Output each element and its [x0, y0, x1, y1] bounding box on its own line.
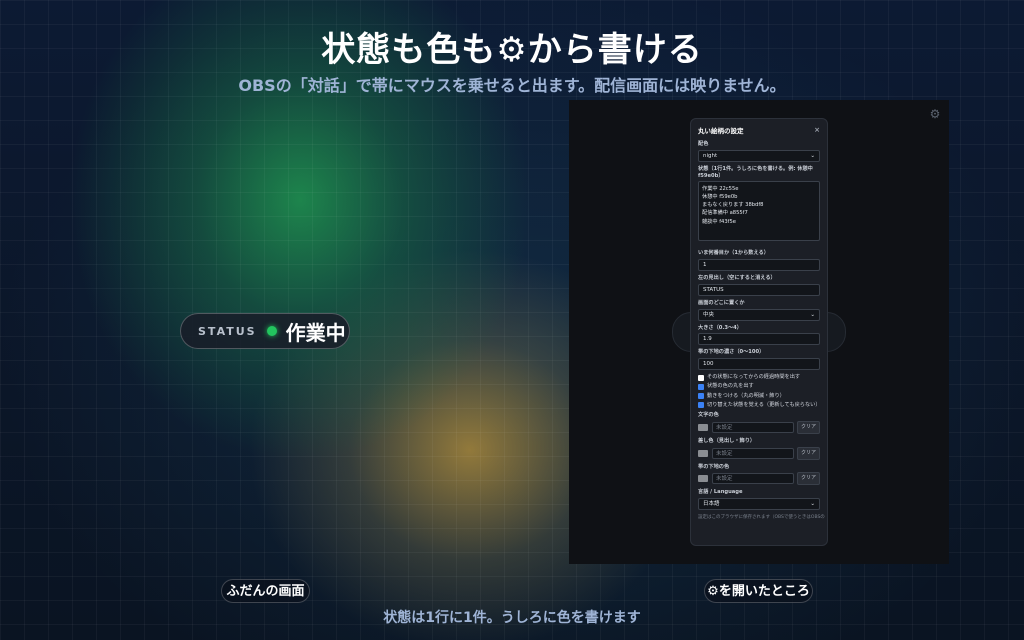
opacity-label: 帯の下地の濃さ（0〜100）	[698, 349, 765, 356]
gear-icon[interactable]: ⚙	[927, 106, 943, 122]
index-value: 1	[703, 262, 707, 268]
chevron-down-icon: ⌄	[810, 501, 815, 508]
animation-checkbox[interactable]: 動きをつける（丸の明滅・飾り）	[698, 393, 820, 400]
index-input[interactable]: 1	[698, 259, 820, 271]
checkbox-label: その状態になってからの経過時間を出す	[707, 374, 801, 380]
accent-color-input[interactable]: 未設定	[712, 447, 794, 459]
text-color-row: 未設定 クリア	[698, 420, 820, 434]
size-input[interactable]: 1.9	[698, 333, 820, 346]
color-swatch[interactable]	[698, 449, 708, 457]
color-swatch[interactable]	[698, 423, 708, 431]
opacity-value: 100	[703, 361, 714, 367]
bg-color-row: 未設定 クリア	[698, 472, 820, 486]
position-select[interactable]: 中央 ⌄	[698, 308, 820, 321]
heading-label: 左の見出し（空にすると消える）	[698, 275, 776, 281]
bg-color-input[interactable]: 未設定	[712, 473, 794, 485]
close-icon[interactable]: ×	[814, 126, 820, 134]
panel-footer: 設定はこのブラウザに保存されます（OBSで使うときはOBSの	[698, 515, 825, 521]
checkbox-label: 切り替えた状態を覚える（更新しても戻らない）	[707, 401, 821, 408]
size-value: 1.9	[703, 336, 712, 343]
text-color-input[interactable]: 未設定	[712, 421, 794, 433]
accent-color-label: 差し色（見出し・飾り）	[698, 437, 756, 444]
page-subtitle: OBSの「対話」で帯にマウスを乗せると出ます。配信画面には映りません。	[238, 76, 786, 95]
theme-select[interactable]: night ⌄	[698, 149, 820, 162]
language-label: 言語 / Language	[698, 489, 743, 496]
page-title: 状態も色も⚙から書ける	[321, 30, 703, 70]
pill-state: 作業中	[285, 320, 346, 345]
checkbox-box[interactable]	[698, 402, 704, 409]
position-value: 中央	[703, 311, 715, 318]
status-list-label: 状態（1行1件。うしろに色を書ける。例: 休憩中 f59e0b）	[698, 165, 813, 179]
language-value: 日本語	[703, 501, 720, 508]
position-label: 画面のどこに置くか	[698, 299, 745, 306]
chevron-down-icon: ⌄	[810, 311, 815, 318]
pill-heading: STATUS	[198, 324, 257, 338]
checkbox-label: 動きをつける（丸の明滅・飾り）	[707, 392, 785, 399]
remember-checkbox[interactable]: 切り替えた状態を覚える（更新しても戻らない）	[698, 401, 821, 409]
settings-preview: ⚙ 丸い絵柄の設定 × 配色 night ⌄ 状態（1行1件。うしろに色を書ける…	[569, 100, 949, 564]
accent-color-row: 未設定 クリア	[698, 446, 820, 460]
caption-settings-open: ⚙を開いたところ	[704, 579, 813, 603]
theme-label: 配色	[698, 141, 709, 147]
chevron-down-icon: ⌄	[810, 152, 815, 159]
checkbox-box[interactable]	[698, 374, 704, 381]
color-swatch[interactable]	[698, 475, 708, 483]
bottom-note: 状態は1行に1件。うしろに色を書けます	[383, 610, 641, 626]
panel-title: 丸い絵柄の設定	[698, 127, 744, 135]
checkbox-label: 状態の色の丸を出す	[707, 383, 754, 390]
settings-panel: 丸い絵柄の設定 × 配色 night ⌄ 状態（1行1件。うしろに色を書ける。例…	[690, 118, 828, 546]
checkbox-box[interactable]	[698, 383, 704, 390]
clear-button[interactable]: クリア	[796, 472, 820, 486]
heading-input[interactable]: STATUS	[698, 283, 820, 296]
language-select[interactable]: 日本語 ⌄	[698, 498, 820, 511]
bg-color-label: 帯の下地の色	[698, 463, 730, 470]
index-label: いま何番目か（1から数える）	[698, 250, 769, 257]
clear-button[interactable]: クリア	[796, 420, 820, 434]
heading-value: STATUS	[703, 286, 724, 293]
clear-button[interactable]: クリア	[796, 446, 820, 460]
text-color-label: 文字の色	[698, 412, 719, 419]
checkbox-box[interactable]	[698, 393, 704, 400]
status-list-textarea[interactable]: 作業中 22c55e 休憩中 f59e0b まもなく戻ります 38bdf8 配信…	[698, 181, 820, 242]
size-label: 大きさ（0.3〜4）	[698, 324, 742, 331]
elapsed-checkbox[interactable]: その状態になってからの経過時間を出す	[698, 374, 820, 381]
opacity-input[interactable]: 100	[698, 358, 820, 370]
caption-normal-screen: ふだんの画面	[221, 579, 310, 603]
status-dot	[266, 326, 277, 336]
status-pill: STATUS 作業中	[180, 313, 350, 349]
theme-value: night	[703, 152, 718, 159]
color-dot-checkbox[interactable]: 状態の色の丸を出す	[698, 383, 820, 390]
